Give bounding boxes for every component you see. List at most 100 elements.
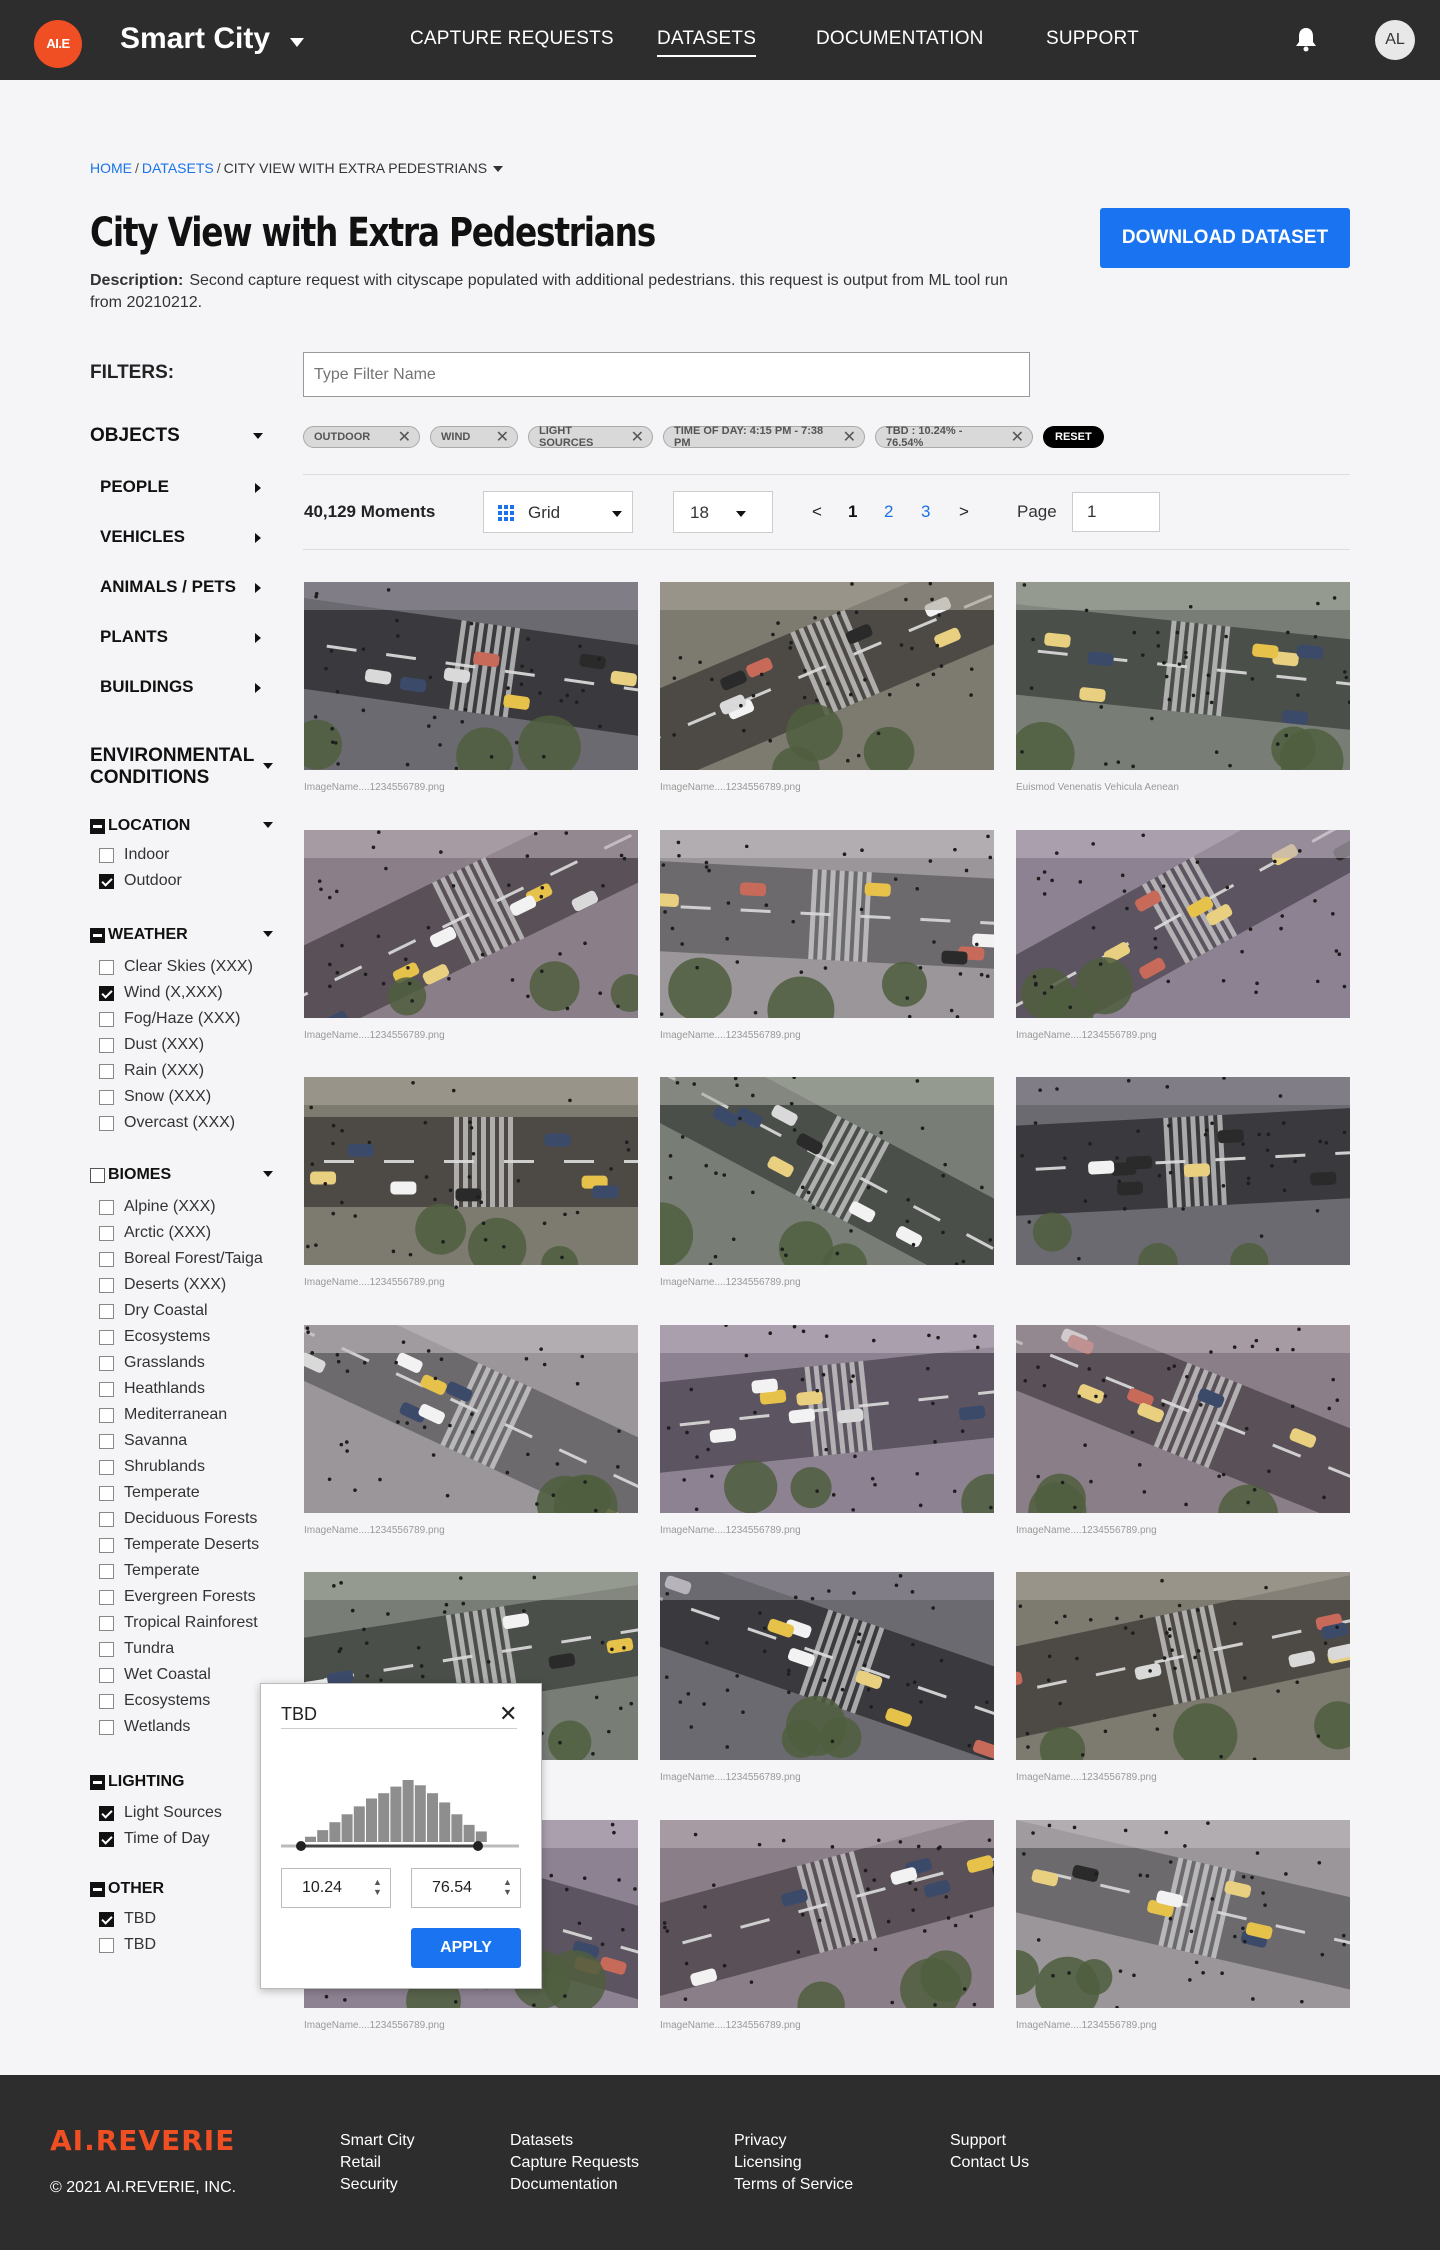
checkbox[interactable] [99, 1911, 114, 1927]
filter-option[interactable]: Dust (XXX) [99, 1036, 204, 1054]
range-max-handle[interactable] [473, 1841, 483, 1851]
checkbox[interactable] [99, 1511, 114, 1527]
filter-option[interactable]: Boreal Forest/Taiga [99, 1250, 263, 1268]
pager-page-2[interactable]: 2 [884, 502, 893, 522]
other-heading[interactable]: OTHER [90, 1880, 164, 1898]
checkbox[interactable] [99, 1537, 114, 1553]
objects-heading[interactable]: OBJECTS [90, 425, 180, 447]
objects-buildings[interactable]: BUILDINGS [100, 677, 194, 697]
dataset-image-thumbnail[interactable] [1016, 1572, 1350, 1760]
plants-chevron-right-icon[interactable] [255, 633, 261, 643]
footer-link[interactable]: Smart City [340, 2130, 415, 2152]
filter-option[interactable]: Heathlands [99, 1380, 205, 1398]
dataset-image-thumbnail[interactable] [304, 582, 638, 770]
filter-option[interactable]: Outdoor [99, 872, 182, 890]
footer-link[interactable]: Terms of Service [734, 2174, 853, 2196]
checkbox[interactable] [99, 1303, 114, 1319]
notification-bell-icon[interactable] [1295, 26, 1317, 52]
chip-close-icon[interactable]: ✕ [496, 427, 509, 447]
filter-option[interactable]: TBD [99, 1936, 156, 1954]
checkbox[interactable] [99, 1381, 114, 1397]
biomes-heading[interactable]: BIOMES [90, 1166, 171, 1184]
pager-page-1[interactable]: 1 [848, 502, 857, 522]
filter-chip-time-of-day[interactable]: TIME OF DAY: 4:15 PM - 7:38 PM ✕ [663, 425, 865, 449]
objects-people[interactable]: PEOPLE [100, 477, 169, 497]
filter-option[interactable]: Dry Coastal [99, 1302, 208, 1320]
footer-link[interactable]: Documentation [510, 2174, 639, 2196]
footer-link[interactable]: Retail [340, 2152, 415, 2174]
dataset-image-thumbnail[interactable] [304, 1077, 638, 1265]
checkbox[interactable] [99, 1225, 114, 1241]
checkbox[interactable] [99, 1063, 114, 1079]
checkbox[interactable] [99, 1719, 114, 1735]
location-collapse-icon[interactable] [90, 818, 105, 834]
brand-logo-icon[interactable]: AI.E [34, 20, 82, 68]
filter-option[interactable]: Wetlands [99, 1718, 190, 1736]
per-page-select[interactable]: 18 [673, 491, 773, 533]
filter-option[interactable]: Snow (XXX) [99, 1088, 211, 1106]
checkbox[interactable] [99, 1355, 114, 1371]
weather-collapse-icon[interactable] [90, 927, 105, 943]
checkbox[interactable] [99, 873, 114, 889]
filter-chip-outdoor[interactable]: OUTDOOR ✕ [303, 426, 420, 448]
footer-link[interactable]: Datasets [510, 2130, 639, 2152]
checkbox[interactable] [99, 847, 114, 863]
dataset-image-thumbnail[interactable] [660, 1077, 994, 1265]
filter-chip-light-sources[interactable]: LIGHT SOURCES ✕ [528, 425, 653, 449]
dataset-image-thumbnail[interactable] [660, 830, 994, 1018]
footer-link[interactable]: Support [950, 2130, 1029, 2152]
checkbox[interactable] [99, 985, 114, 1001]
nav-support[interactable]: SUPPORT [1046, 28, 1139, 50]
breadcrumb-home[interactable]: HOME [90, 160, 132, 176]
filter-chip-tbd[interactable]: TBD : 10.24% - 76.54% ✕ [875, 425, 1033, 449]
checkbox[interactable] [99, 1485, 114, 1501]
checkbox[interactable] [99, 1641, 114, 1657]
dataset-image-thumbnail[interactable] [1016, 830, 1350, 1018]
footer-link[interactable]: Privacy [734, 2130, 853, 2152]
max-stepper-icon[interactable]: ▲ ▼ [503, 1877, 512, 1897]
checkbox[interactable] [99, 1563, 114, 1579]
dataset-image-thumbnail[interactable] [1016, 1077, 1350, 1265]
filter-option[interactable]: Time of Day [99, 1830, 210, 1848]
checkbox[interactable] [99, 1667, 114, 1683]
nav-documentation[interactable]: DOCUMENTATION [816, 28, 984, 50]
chip-close-icon[interactable]: ✕ [631, 427, 644, 447]
footer-link[interactable]: Capture Requests [510, 2152, 639, 2174]
location-chevron-down-icon[interactable] [263, 822, 273, 828]
other-collapse-icon[interactable] [90, 1881, 105, 1897]
filter-option[interactable]: Light Sources [99, 1804, 222, 1822]
dataset-image-thumbnail[interactable] [1016, 1325, 1350, 1513]
objects-vehicles[interactable]: VEHICLES [100, 527, 185, 547]
objects-chevron-down-icon[interactable] [253, 433, 263, 439]
checkbox[interactable] [99, 1459, 114, 1475]
dataset-image-thumbnail[interactable] [1016, 582, 1350, 770]
checkbox[interactable] [99, 1937, 114, 1953]
filter-option[interactable]: Tropical Rainforest [99, 1614, 258, 1632]
checkbox[interactable] [99, 1589, 114, 1605]
filter-option[interactable]: Wet Coastal [99, 1666, 211, 1684]
pager-prev[interactable]: < [812, 502, 822, 522]
filter-option[interactable]: Overcast (XXX) [99, 1114, 235, 1132]
animals-chevron-right-icon[interactable] [255, 583, 261, 593]
filter-option[interactable]: Ecosystems [99, 1328, 210, 1346]
pager-page-3[interactable]: 3 [921, 502, 930, 522]
filter-option[interactable]: Savanna [99, 1432, 187, 1450]
dataset-image-thumbnail[interactable] [660, 1820, 994, 2008]
checkbox[interactable] [99, 1199, 114, 1215]
checkbox[interactable] [99, 1037, 114, 1053]
filter-option[interactable]: Temperate [99, 1484, 200, 1502]
breadcrumb-datasets[interactable]: DATASETS [142, 160, 214, 176]
filter-option[interactable]: Rain (XXX) [99, 1062, 204, 1080]
footer-link[interactable]: Contact Us [950, 2152, 1029, 2174]
filter-option[interactable]: Clear Skies (XXX) [99, 958, 253, 976]
checkbox[interactable] [99, 1407, 114, 1423]
filter-option[interactable]: Ecosystems [99, 1692, 210, 1710]
people-chevron-right-icon[interactable] [255, 483, 261, 493]
biomes-chevron-down-icon[interactable] [263, 1171, 273, 1177]
footer-logo[interactable]: AI.REVERIE [50, 2124, 235, 2157]
min-stepper-icon[interactable]: ▲ ▼ [373, 1877, 382, 1897]
checkbox[interactable] [99, 1011, 114, 1027]
chip-close-icon[interactable]: ✕ [1011, 427, 1024, 447]
weather-chevron-down-icon[interactable] [263, 931, 273, 937]
apply-range-button[interactable]: APPLY [411, 1928, 521, 1968]
